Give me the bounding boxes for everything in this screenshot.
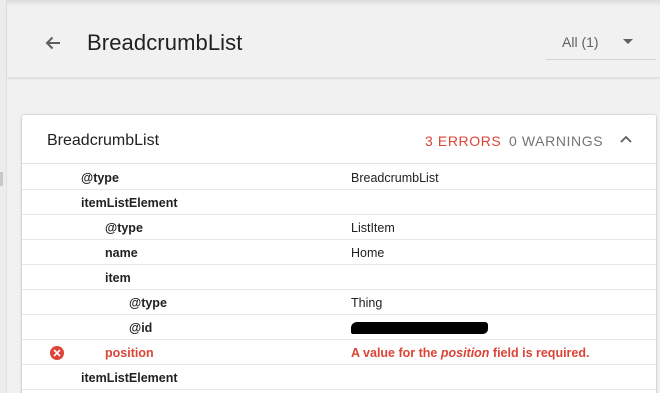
property-key: item — [105, 271, 131, 285]
table-row: @type ListItem — [22, 215, 656, 240]
table-row: @id — [22, 315, 656, 340]
dropdown-caret-icon — [623, 39, 633, 44]
left-edge-tick — [0, 172, 3, 186]
property-key: position — [105, 346, 154, 360]
left-edge-strip — [0, 0, 7, 393]
property-key: @type — [105, 221, 143, 235]
table-row: item — [22, 265, 656, 290]
property-value: ListItem — [351, 221, 395, 235]
table-row: @type Thing — [22, 290, 656, 315]
property-value: Thing — [351, 296, 383, 310]
property-key: @type — [129, 296, 167, 310]
page-title: BreadcrumbList — [87, 30, 243, 55]
card-title: BreadcrumbList — [47, 132, 160, 149]
property-key: @id — [129, 321, 153, 335]
filter-label: All (1) — [562, 34, 599, 50]
property-key: @type — [81, 171, 119, 185]
header-shadow-line — [7, 0, 660, 6]
error-count: 3 ERRORS — [425, 133, 502, 149]
collapse-button[interactable] — [616, 129, 636, 149]
table-row: itemListElement — [22, 365, 656, 390]
property-key: itemListElement — [81, 196, 178, 210]
error-message: A value for the position field is requir… — [351, 346, 589, 360]
table-row: @type BreadcrumbList — [22, 165, 656, 190]
table-row-error[interactable]: position A value for the position field … — [22, 340, 656, 365]
property-key: itemListElement — [81, 371, 178, 385]
filter-dropdown[interactable]: All (1) — [546, 22, 656, 60]
back-arrow-icon — [45, 36, 60, 50]
card-header[interactable]: BreadcrumbList 3 ERRORS 0 WARNINGS — [22, 115, 656, 164]
property-value: Home — [351, 246, 385, 260]
property-value: BreadcrumbList — [351, 171, 439, 185]
error-message-suffix: field is required. — [489, 346, 590, 360]
chevron-up-icon — [620, 135, 632, 143]
table-row: itemListElement — [22, 190, 656, 215]
back-button[interactable] — [38, 28, 68, 58]
redacted-value — [351, 322, 488, 334]
property-key: name — [105, 246, 138, 260]
error-message-field: position — [440, 346, 490, 360]
result-card: BreadcrumbList 3 ERRORS 0 WARNINGS @type… — [22, 115, 656, 393]
error-icon — [50, 346, 64, 360]
error-message-prefix: A value for the — [351, 346, 441, 360]
table-row: name Home — [22, 240, 656, 265]
warning-count: 0 WARNINGS — [509, 133, 604, 149]
